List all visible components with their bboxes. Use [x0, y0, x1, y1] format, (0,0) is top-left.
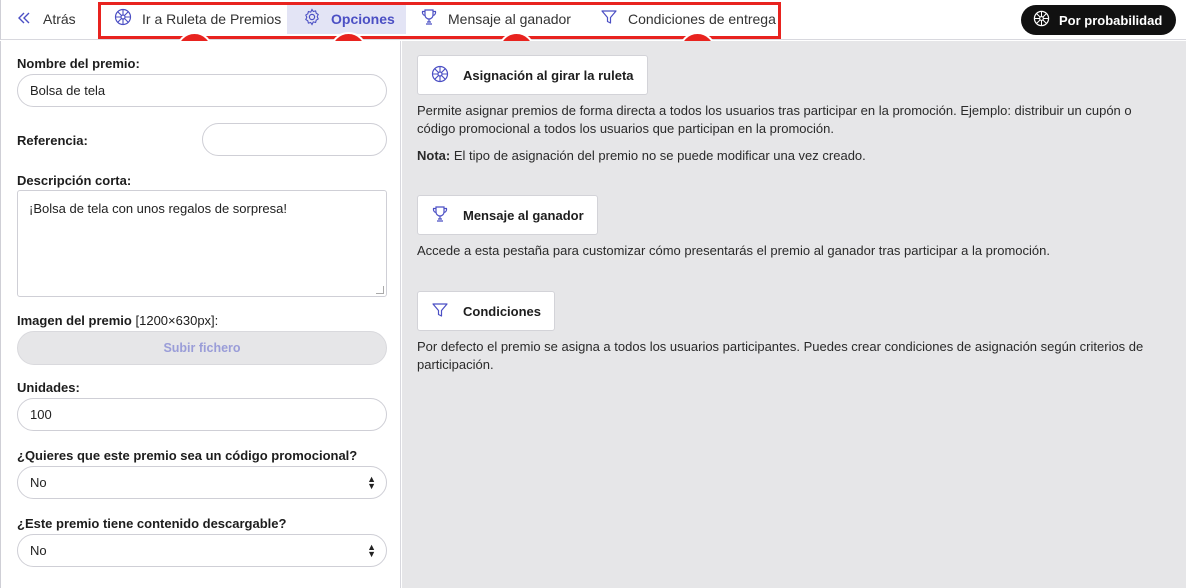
assign-note: Nota: El tipo de asignación del premio n… [417, 147, 1167, 165]
units-input[interactable]: 100 [17, 398, 387, 431]
image-size-note: [1200×630px]: [135, 313, 219, 328]
reference-input[interactable] [202, 123, 387, 156]
prize-form-panel: Nombre del premio: Bolsa de tela Referen… [0, 41, 401, 588]
units-label: Unidades: [17, 380, 80, 395]
probability-button-label: Por probabilidad [1059, 12, 1163, 28]
filter-icon [431, 301, 449, 322]
promo-code-select[interactable]: No ▲ ▼ [17, 466, 387, 499]
roulette-icon [431, 65, 449, 86]
select-caret-icon: ▲ ▼ [367, 542, 376, 559]
winner-message-button[interactable]: Mensaje al ganador [417, 195, 598, 235]
short-description-value: ¡Bolsa de tela con unos regalos de sorpr… [29, 201, 287, 216]
note-text: El tipo de asignación del premio no se p… [453, 148, 866, 163]
reference-label: Referencia: [17, 133, 88, 148]
roulette-icon [1033, 10, 1050, 30]
winner-message-label: Mensaje al ganador [463, 207, 584, 223]
info-panel: Asignación al girar la ruleta Permite as… [402, 41, 1186, 588]
note-label: Nota: [417, 148, 451, 163]
prize-name-input[interactable]: Bolsa de tela [17, 74, 387, 107]
assign-on-spin-label: Asignación al girar la ruleta [463, 67, 634, 83]
downloadable-select[interactable]: No ▲ ▼ [17, 534, 387, 567]
double-chevron-left-icon [17, 11, 31, 28]
short-description-textarea[interactable]: ¡Bolsa de tela con unos regalos de sorpr… [17, 190, 387, 297]
assign-on-spin-button[interactable]: Asignación al girar la ruleta [417, 55, 648, 95]
select-caret-icon: ▲ ▼ [367, 474, 376, 491]
winner-description: Accede a esta pestaña para customizar có… [417, 243, 1050, 258]
prize-image-label: Imagen del premio [17, 313, 132, 328]
conditions-label: Condiciones [463, 303, 542, 319]
probability-button[interactable]: Por probabilidad [1021, 5, 1176, 35]
trophy-icon [431, 205, 449, 226]
assign-description: Permite asignar premios de forma directa… [417, 103, 1132, 136]
conditions-description: Por defecto el premio se asigna a todos … [417, 339, 1144, 372]
promo-code-value: No [30, 475, 47, 490]
resize-grip-icon[interactable] [376, 286, 384, 294]
short-description-label: Descripción corta: [17, 173, 132, 188]
upload-file-button[interactable]: Subir fichero [17, 331, 387, 365]
downloadable-value: No [30, 543, 47, 558]
top-bar: Atrás Ir a Ruleta de Premios Opciones Me… [0, 0, 1186, 40]
prize-name-label: Nombre del premio: [17, 56, 140, 71]
back-button[interactable]: Atrás [17, 9, 76, 29]
downloadable-label: ¿Este premio tiene contenido descargable… [17, 516, 287, 531]
promo-code-label: ¿Quieres que este premio sea un código p… [17, 448, 358, 463]
prize-image-label-row: Imagen del premio [1200×630px]: [17, 313, 218, 328]
conditions-button[interactable]: Condiciones [417, 291, 556, 331]
back-label: Atrás [43, 11, 76, 27]
